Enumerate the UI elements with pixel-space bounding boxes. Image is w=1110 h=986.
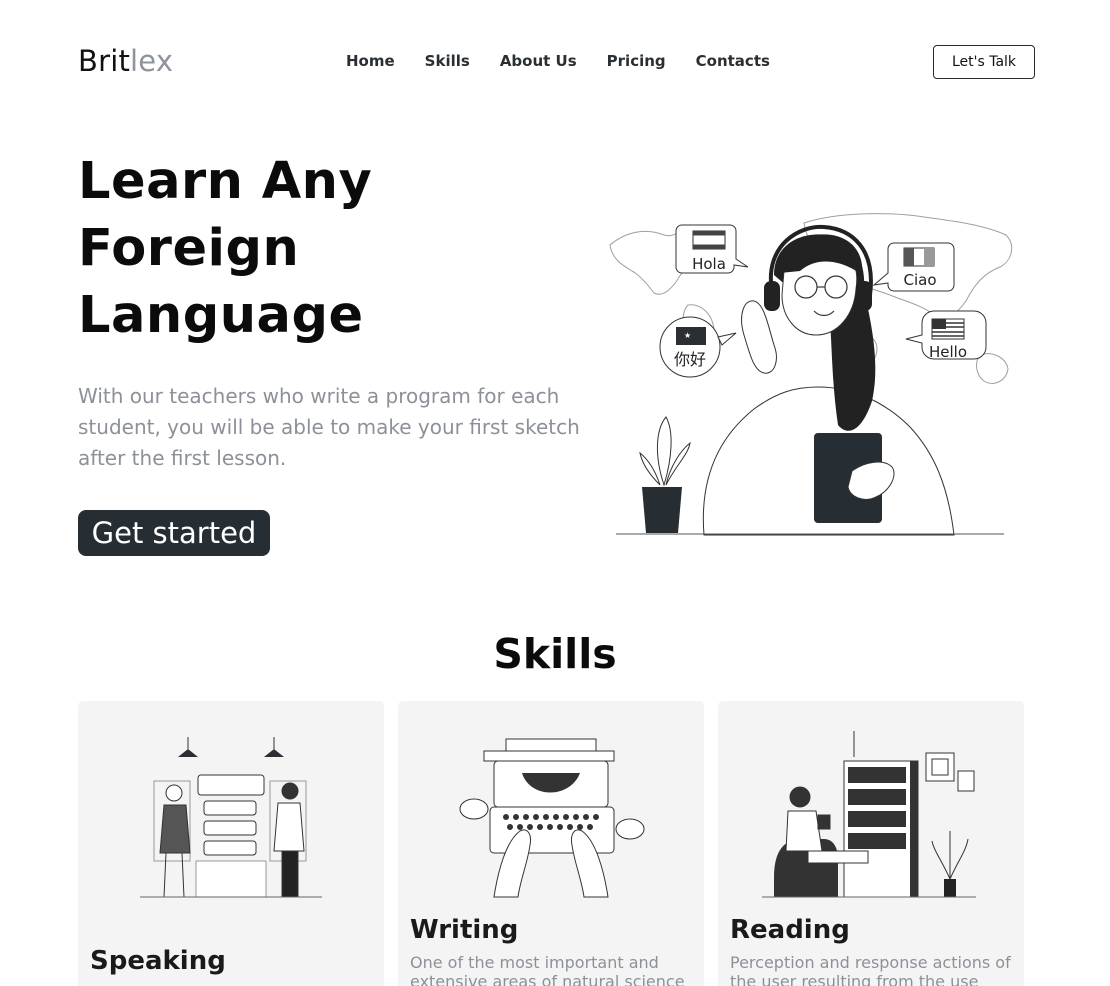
hero-title-line-1: Learn Any	[78, 152, 373, 211]
skill-card-speaking[interactable]: Speaking	[78, 701, 384, 986]
page: Britlex Home Skills About Us Pricing Con…	[0, 0, 1110, 986]
bookshelf-icon	[843, 731, 919, 898]
picture-frame-icon	[925, 752, 975, 792]
nav-pricing[interactable]: Pricing	[607, 52, 666, 70]
lets-talk-button[interactable]: Let's Talk	[933, 45, 1035, 79]
hola-bubble: Hola	[675, 224, 749, 274]
hello-label: Hello	[929, 343, 967, 361]
person-right	[273, 782, 305, 898]
chinese-label: 你好	[674, 350, 706, 369]
speaking-illustration	[140, 737, 322, 898]
plant-icon	[639, 416, 691, 533]
ciao-label: Ciao	[903, 271, 936, 289]
hello-bubble: Hello	[905, 310, 987, 361]
hero-description: With our teachers who write a program fo…	[78, 384, 580, 470]
svg-text:★: ★	[684, 331, 691, 340]
plant-icon	[931, 831, 969, 897]
chinese-bubble: ★ 你好	[659, 316, 737, 378]
logo-text-secondary: lex	[130, 44, 174, 78]
logo-text-primary: Brit	[78, 44, 131, 78]
logo[interactable]: Britlex	[78, 44, 173, 78]
skills-title: Skills	[493, 630, 617, 678]
lamp-icon	[178, 737, 284, 757]
skill-card-text: One of the most important and extensive …	[410, 953, 685, 986]
writing-illustration	[459, 738, 645, 898]
hero-title-line-3: Language	[78, 286, 364, 345]
get-started-button[interactable]: Get started	[78, 510, 270, 556]
skill-card-writing[interactable]: Writing One of the most important and ex…	[398, 701, 704, 986]
nav-home[interactable]: Home	[346, 52, 395, 70]
reading-illustration	[762, 731, 976, 898]
typewriter-icon	[483, 738, 615, 854]
hero-title: Learn Any Foreign Language	[78, 148, 518, 349]
hero-illustration: Hola Ciao ★ 你好 Hello	[609, 213, 1013, 536]
nav-contacts[interactable]: Contacts	[696, 52, 770, 70]
skill-card-title: Speaking	[90, 946, 226, 976]
skill-card-title: Reading	[730, 915, 850, 945]
nav-about-us[interactable]: About Us	[500, 52, 577, 70]
main-nav: Home Skills About Us Pricing Contacts	[346, 52, 800, 70]
person-left	[159, 784, 191, 898]
skill-card-text: Perception and response actions of the u…	[730, 953, 1011, 986]
ciao-bubble: Ciao	[872, 242, 955, 292]
nav-skills[interactable]: Skills	[425, 52, 470, 70]
hero-title-line-2: Foreign	[78, 219, 300, 278]
hola-label: Hola	[692, 255, 726, 273]
skill-card-title: Writing	[410, 915, 519, 945]
skill-card-reading[interactable]: Reading Perception and response actions …	[718, 701, 1024, 986]
